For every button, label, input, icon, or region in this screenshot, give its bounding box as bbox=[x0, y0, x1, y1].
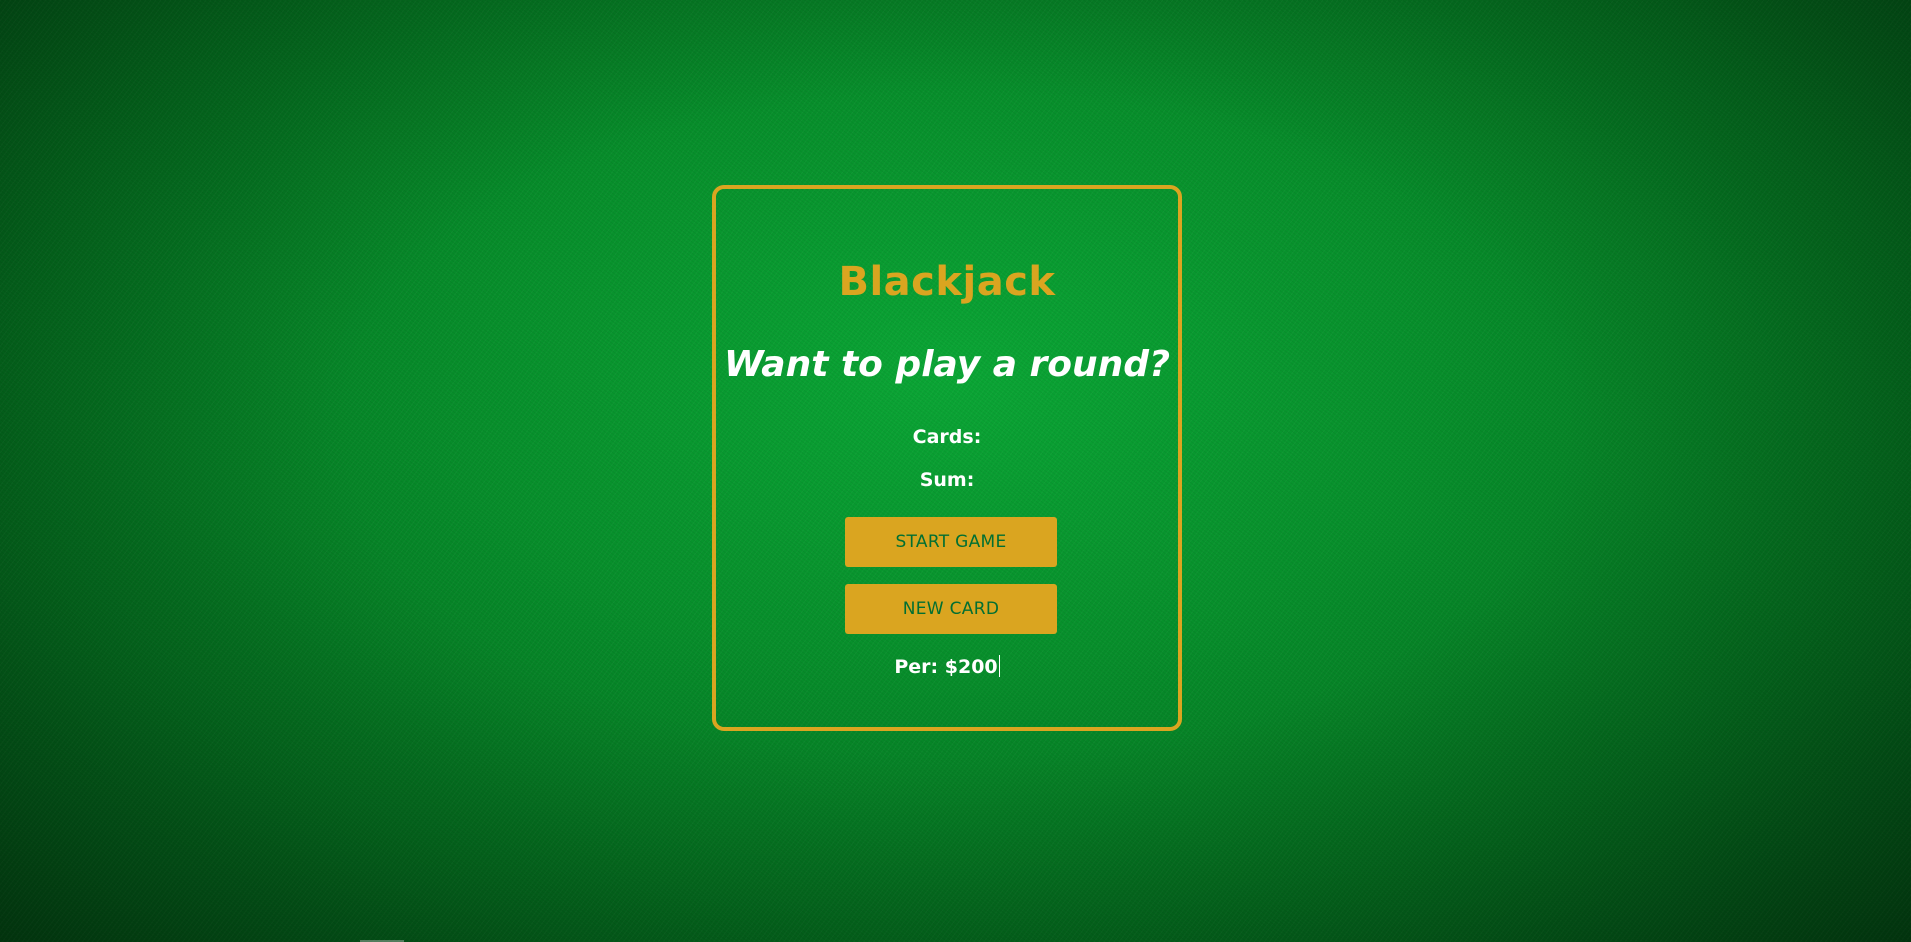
message-text: Want to play a round? bbox=[724, 344, 1170, 385]
cards-text: Cards: bbox=[912, 426, 982, 448]
game-title: Blackjack bbox=[838, 259, 1056, 305]
sum-text: Sum: bbox=[919, 469, 975, 491]
game-panel: Blackjack Want to play a round? Cards: S… bbox=[712, 185, 1182, 731]
player-info: Per: $200 bbox=[716, 655, 1178, 678]
new-card-button[interactable]: NEW CARD bbox=[845, 584, 1057, 634]
player-text: Per: $200 bbox=[894, 656, 998, 678]
start-game-button[interactable]: START GAME bbox=[845, 517, 1057, 567]
text-caret bbox=[998, 655, 1000, 677]
